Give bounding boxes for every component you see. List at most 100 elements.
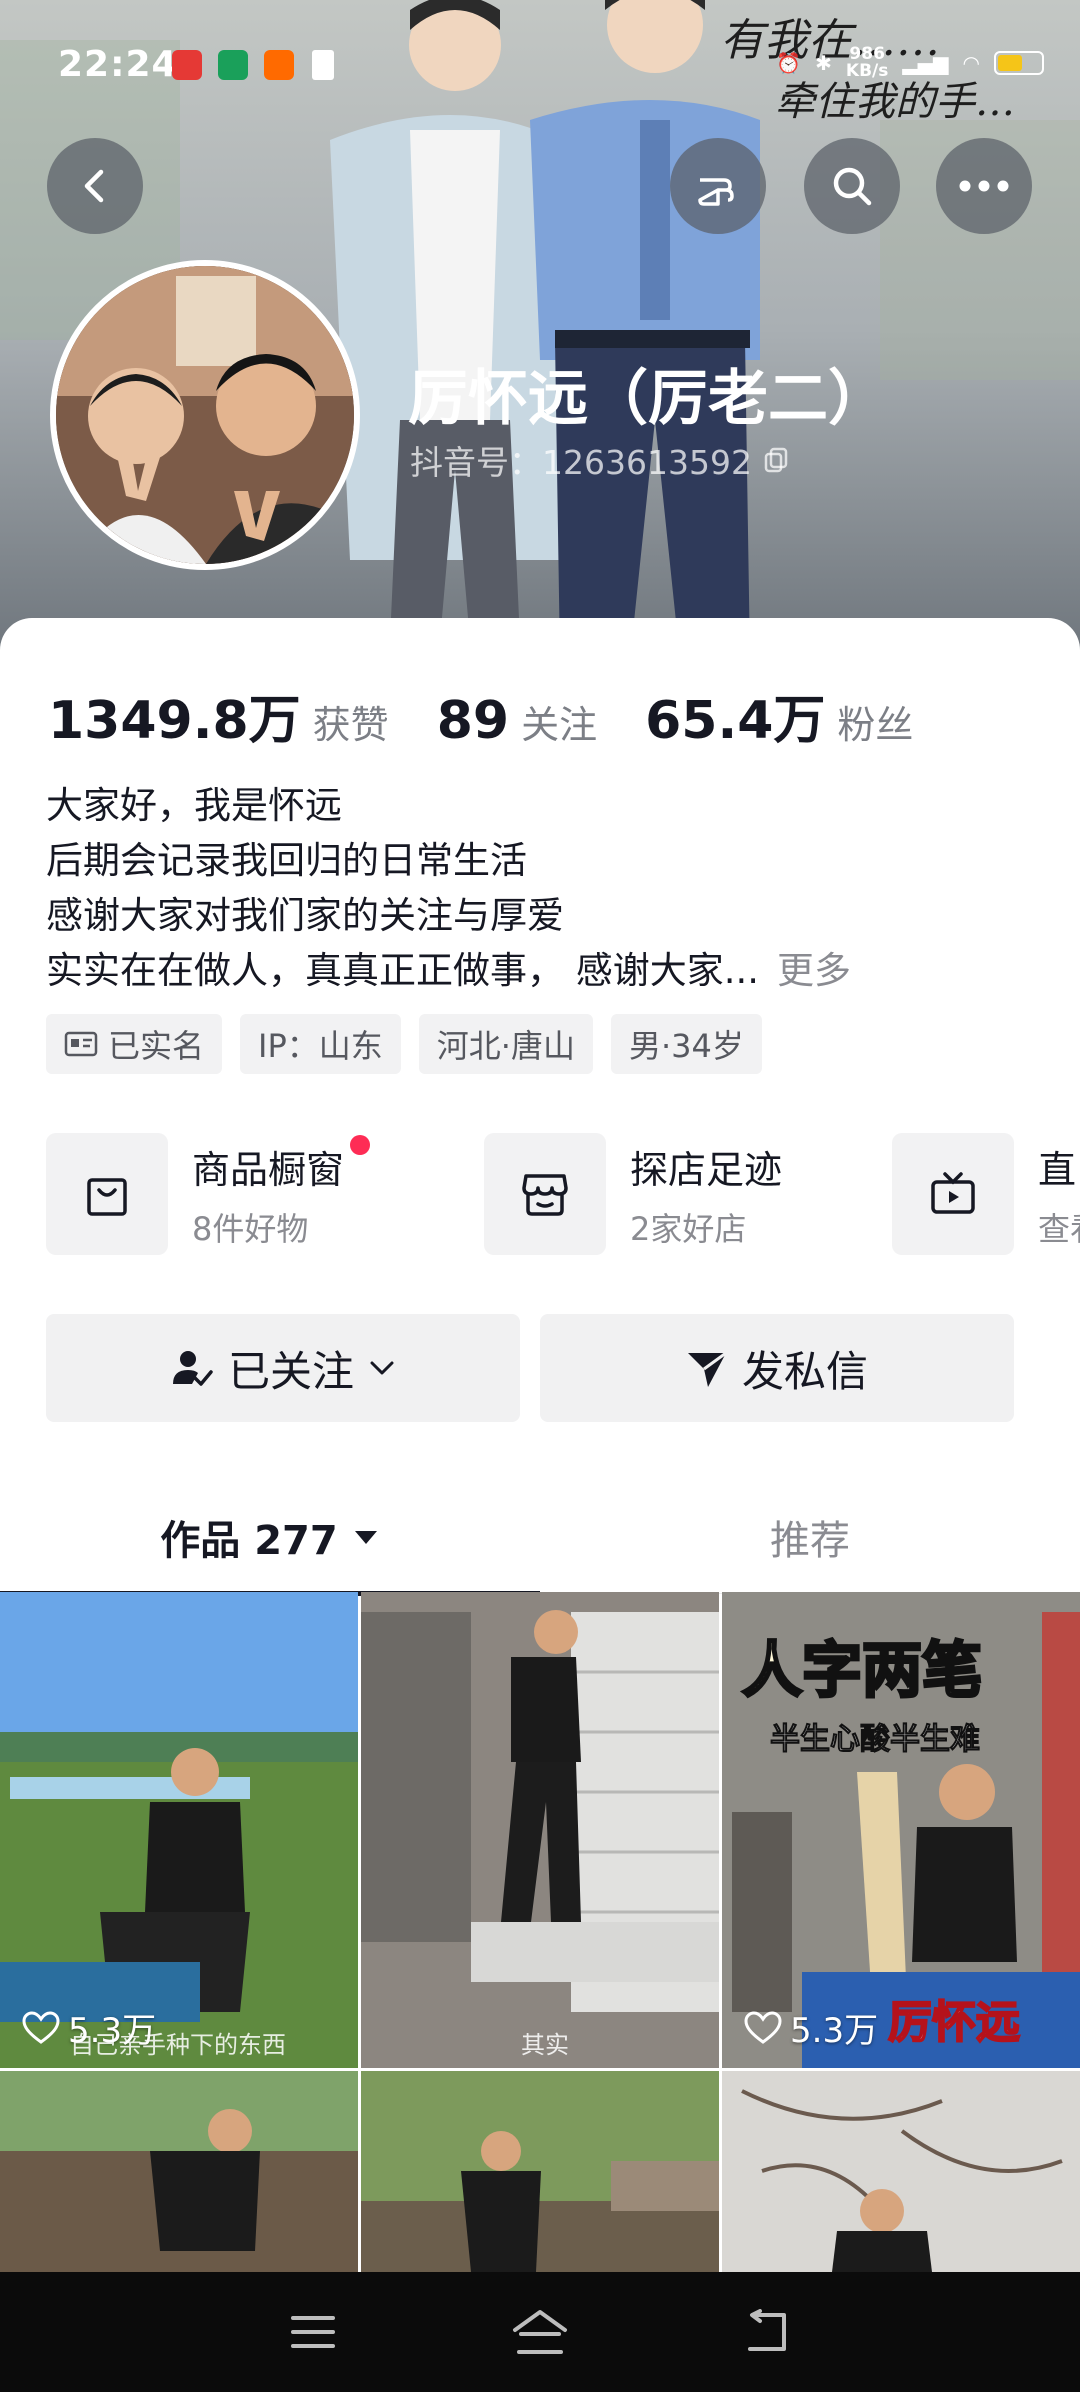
status-bar: 22:24 ⏰ ✱ 986 KB/s ▂▄▆ ◠ bbox=[0, 0, 1080, 130]
net-speed: 986 KB/s bbox=[846, 46, 888, 80]
tag-label: 河北·唐山 bbox=[436, 1027, 575, 1065]
notification-dot bbox=[350, 1134, 371, 1155]
search-button[interactable] bbox=[804, 138, 900, 234]
back-arrow-icon bbox=[747, 2309, 786, 2351]
user-check-icon bbox=[172, 1351, 213, 1386]
video-thumbnail bbox=[0, 1592, 358, 2068]
tab-works[interactable]: 作品 277 bbox=[0, 1480, 540, 1596]
profile-name: 厉怀远（厉老二） bbox=[408, 364, 888, 434]
heart-outline-icon bbox=[22, 2010, 60, 2044]
stat-following[interactable]: 89 关注 bbox=[437, 691, 597, 751]
video-tile[interactable]: 其实 bbox=[361, 1592, 719, 2068]
video-tile[interactable] bbox=[722, 2071, 1080, 2272]
service-text: 商品橱窗 8件好物 bbox=[192, 1134, 371, 1250]
video-caption: 其实 bbox=[521, 2031, 569, 2059]
video-tile[interactable] bbox=[361, 2071, 719, 2272]
stat-label: 获赞 bbox=[312, 703, 389, 747]
service-live[interactable]: 直 查看 bbox=[892, 1132, 1080, 1256]
service-subtitle: 查看 bbox=[1038, 1209, 1080, 1248]
stat-label: 粉丝 bbox=[837, 703, 914, 747]
app-notification-icon bbox=[264, 50, 294, 80]
pointing-hand-icon bbox=[698, 178, 734, 206]
video-thumbnail bbox=[722, 2071, 1080, 2272]
tab-recommend[interactable]: 推荐 bbox=[540, 1480, 1080, 1594]
service-icon-box bbox=[484, 1133, 606, 1255]
video-likes: 5.3万 bbox=[744, 2003, 878, 2052]
following-button[interactable]: 已关注 bbox=[46, 1314, 520, 1422]
douyin-id[interactable]: 抖音号：1263613592 bbox=[410, 436, 790, 484]
stat-value: 65.4万 bbox=[645, 691, 826, 751]
bluetooth-icon: ✱ bbox=[815, 51, 832, 75]
tag-location[interactable]: 河北·唐山 bbox=[418, 1014, 593, 1074]
avatar[interactable] bbox=[50, 260, 360, 570]
service-title-text: 商品橱窗 bbox=[192, 1147, 345, 1192]
message-button[interactable]: 发私信 bbox=[540, 1314, 1014, 1422]
copy-icon[interactable] bbox=[762, 446, 790, 474]
app-notification-icon bbox=[172, 50, 202, 80]
douyin-id-text: 抖音号：1263613592 bbox=[410, 443, 752, 482]
service-title: 探店足迹 bbox=[630, 1147, 783, 1192]
bio-line: 后期会记录我回归的日常生活 bbox=[46, 839, 527, 882]
stat-followers[interactable]: 65.4万 粉丝 bbox=[645, 678, 913, 753]
video-grid: 5.3万 自己亲手种下的东西 其实 人字两笔 半生心酸半生难 厉怀远 5.3万 bbox=[0, 1592, 1080, 2272]
video-overlay-title: 人字两笔 bbox=[741, 1635, 984, 1708]
profile-banner: 有我在…… 牵住我的手… 22:24 ⏰ ✱ 986 KB/s ▂▄▆ ◠ 厉怀… bbox=[0, 0, 1080, 660]
heart-outline-icon bbox=[744, 2010, 782, 2044]
video-thumbnail bbox=[361, 2071, 719, 2272]
store-icon bbox=[522, 1174, 568, 1216]
system-navigation-bar bbox=[0, 2272, 1080, 2392]
back-button[interactable] bbox=[47, 138, 143, 234]
bio-line: 实实在在做人，真真正正做事， 感谢大家... 更多 bbox=[46, 943, 1046, 998]
share-button[interactable] bbox=[670, 138, 766, 234]
service-shop-window[interactable]: 商品橱窗 8件好物 bbox=[46, 1132, 371, 1256]
video-tile[interactable]: 人字两笔 半生心酸半生难 厉怀远 5.3万 bbox=[722, 1592, 1080, 2068]
nav-menu-button[interactable] bbox=[273, 2292, 353, 2372]
stat-value: 89 bbox=[436, 691, 510, 751]
bio-line: 大家好，我是怀远 bbox=[46, 784, 342, 827]
shopping-bag-icon bbox=[87, 1178, 127, 1216]
tab-recommend-label: 推荐 bbox=[770, 1518, 850, 1564]
video-overlay-subtitle: 半生心酸半生难 bbox=[770, 1722, 981, 1758]
tag-verified[interactable]: 已实名 bbox=[46, 1014, 223, 1074]
service-subtitle: 8件好物 bbox=[192, 1209, 309, 1248]
send-icon bbox=[687, 1351, 727, 1387]
service-title: 直 bbox=[1038, 1147, 1077, 1192]
profile-bio[interactable]: 大家好，我是怀远 后期会记录我回归的日常生活 感谢大家对我们家的关注与厚爱 实实… bbox=[46, 778, 1046, 998]
stat-label: 关注 bbox=[521, 703, 598, 747]
bio-more-link[interactable]: 更多 bbox=[777, 949, 851, 992]
stat-likes[interactable]: 1349.8万 获赞 bbox=[48, 678, 389, 753]
video-tile[interactable]: 5.3万 自己亲手种下的东西 bbox=[0, 1592, 358, 2068]
chevron-down-icon bbox=[370, 1361, 394, 1375]
video-overlay-badge: 厉怀远 bbox=[887, 1996, 1021, 2049]
bio-line-text: 实实在在做人，真真正正做事， 感谢大家... bbox=[46, 949, 760, 992]
service-subtitle: 2家好店 bbox=[630, 1209, 747, 1248]
video-tile[interactable] bbox=[0, 2071, 358, 2272]
more-button[interactable] bbox=[936, 138, 1032, 234]
home-icon bbox=[512, 2310, 567, 2354]
tag-label: 已实名 bbox=[108, 1027, 205, 1065]
service-store-visits[interactable]: 探店足迹 2家好店 bbox=[484, 1132, 782, 1256]
bio-line: 感谢大家对我们家的关注与厚爱 bbox=[46, 894, 564, 937]
service-text: 探店足迹 2家好店 bbox=[630, 1139, 782, 1250]
sim-card-icon bbox=[312, 50, 334, 80]
service-icon-box bbox=[46, 1133, 168, 1255]
tag-gender-age: 男·34岁 bbox=[610, 1014, 762, 1074]
message-label: 发私信 bbox=[741, 1346, 868, 1396]
profile-actions: 已关注 发私信 bbox=[46, 1314, 1014, 1422]
content-tabs: 作品 277 推荐 bbox=[0, 1480, 1080, 1596]
more-horizontal-icon bbox=[959, 180, 1009, 192]
status-time: 22:24 bbox=[58, 44, 178, 85]
status-right-group: ⏰ ✱ 986 KB/s ▂▄▆ ◠ bbox=[776, 46, 1044, 80]
tag-label: IP：山东 bbox=[258, 1027, 383, 1065]
chevron-left-icon bbox=[84, 169, 104, 203]
app-notification-icon bbox=[218, 50, 248, 80]
tag-label: 男·34岁 bbox=[628, 1027, 744, 1065]
battery-icon bbox=[994, 51, 1044, 75]
search-icon bbox=[833, 167, 872, 206]
profile-tags: 已实名 IP：山东 河北·唐山 男·34岁 bbox=[46, 1014, 762, 1074]
video-likes-count: 5.3万 bbox=[790, 2011, 879, 2051]
nav-back-button[interactable] bbox=[727, 2292, 807, 2372]
nav-home-button[interactable] bbox=[500, 2292, 580, 2372]
service-title: 商品橱窗 bbox=[192, 1134, 371, 1194]
menu-icon bbox=[291, 2316, 336, 2348]
